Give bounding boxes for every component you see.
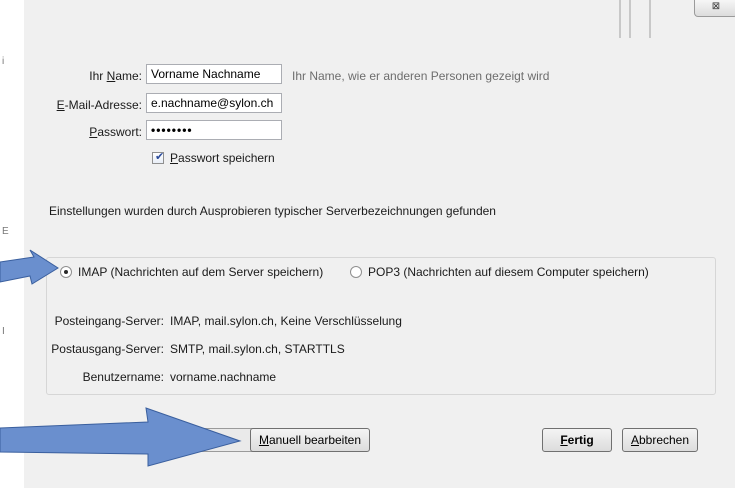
imap-label: IMAP (Nachrichten auf dem Server speiche…	[78, 265, 324, 279]
imap-radio[interactable]	[60, 266, 72, 278]
incoming-server-label: Posteingang-Server:	[54, 314, 164, 328]
cancel-button[interactable]: Abbrechen	[622, 428, 698, 452]
outgoing-server-value: SMTP, mail.sylon.ch, STARTTLS	[170, 342, 345, 356]
radio-selected-dot	[64, 270, 68, 274]
incoming-server-value: IMAP, mail.sylon.ch, Keine Verschlüsselu…	[170, 314, 402, 328]
background-window-strip: i E I	[0, 0, 25, 488]
password-label: Passwort:	[89, 125, 142, 139]
manual-edit-button[interactable]: Manuell bearbeiten	[250, 428, 370, 452]
save-password-label: Passwort speichern	[170, 151, 275, 165]
name-hint: Ihr Name, wie er anderen Personen gezeig…	[292, 69, 550, 83]
pop3-label: POP3 (Nachrichten auf diesem Computer sp…	[368, 265, 649, 279]
name-label: Ihr Name:	[89, 69, 142, 83]
retest-button[interactable]: ...	[50, 428, 268, 452]
done-button[interactable]: Fertig	[542, 428, 612, 452]
email-label: E-Mail-Adresse:	[56, 98, 142, 112]
outgoing-server-label: Postausgang-Server:	[51, 342, 164, 356]
password-input[interactable]: ••••••••	[146, 120, 282, 140]
strip-mark: i	[2, 56, 5, 67]
name-input[interactable]: Vorname Nachname	[146, 64, 282, 84]
username-value: vorname.nachname	[170, 370, 277, 384]
checkmark-icon: ✔	[155, 151, 165, 163]
close-icon: ⊠	[711, 1, 721, 12]
account-setup-dialog: ⊠ Ihr Name: Vorname Nachname Ihr Name, w…	[24, 0, 735, 488]
strip-mark: E	[2, 226, 9, 237]
pop3-radio[interactable]	[350, 266, 362, 278]
close-button[interactable]: ⊠	[694, 0, 735, 17]
email-input[interactable]: e.nachname@sylon.ch	[146, 93, 282, 113]
window-frame-edge	[619, 0, 651, 38]
status-message: Einstellungen wurden durch Ausprobieren …	[49, 204, 496, 218]
save-password-checkbox[interactable]: ✔	[152, 151, 165, 164]
username-label: Benutzername:	[82, 370, 164, 384]
strip-mark: I	[2, 326, 5, 337]
